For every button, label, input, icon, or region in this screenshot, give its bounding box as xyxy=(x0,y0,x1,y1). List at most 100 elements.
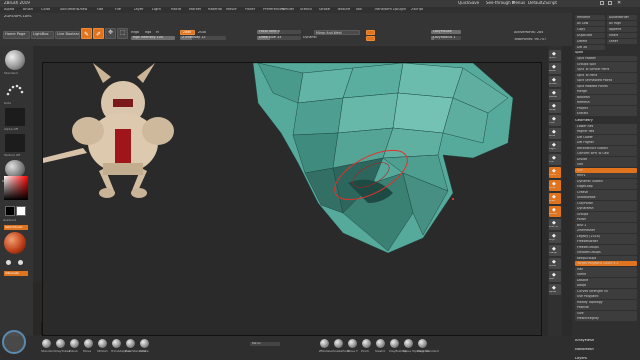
brush-move-topological[interactable] xyxy=(404,339,413,348)
geometry-item[interactable]: Blur 2 xyxy=(575,222,637,228)
right-strip-aahalf[interactable]: ◆ AAHalf xyxy=(549,89,561,100)
geometry-item[interactable]: Position xyxy=(575,305,637,310)
subtool-rename-button[interactable]: Rename xyxy=(575,15,605,20)
geometry-item[interactable]: Legacy (2018) xyxy=(575,233,637,239)
geometry-item[interactable]: Double xyxy=(575,277,637,283)
brush-move[interactable] xyxy=(84,339,93,348)
right-strip-scale[interactable]: ◆ Scale xyxy=(549,193,561,204)
menu-render[interactable]: Render xyxy=(282,8,295,12)
right-strip-lsym[interactable]: ◆ LSym xyxy=(549,141,561,152)
brush-claytubes[interactable] xyxy=(56,339,65,348)
geometry-item[interactable]: Dynamic Subdiv xyxy=(575,178,637,184)
brush-damstandard[interactable] xyxy=(126,339,135,348)
geometry-item[interactable]: Target Polygons Count 4.1 xyxy=(575,261,637,266)
brush-snakehook[interactable] xyxy=(334,339,343,348)
z-intensity-slider[interactable]: Z Intensity 12 xyxy=(180,36,226,40)
alternate-button[interactable]: Alternate xyxy=(4,271,28,276)
right-strip-floor[interactable]: ◆ Floor xyxy=(549,115,561,126)
merge-item[interactable]: Project xyxy=(575,105,637,111)
geometry-item[interactable]: EdgeLoop xyxy=(575,184,637,189)
right-strip-line-fill[interactable]: ◆ Line Fill xyxy=(549,219,561,230)
zadd-button[interactable]: Zadd xyxy=(180,30,195,35)
menu-zscript[interactable]: Zscript xyxy=(411,8,423,12)
brush-inflate[interactable] xyxy=(140,339,149,348)
panel-arraymesh-header[interactable]: ArrayMesh xyxy=(575,339,594,343)
default-zscript-button[interactable]: DefaultZScript xyxy=(528,1,557,5)
close-icon[interactable]: ✕ xyxy=(617,0,623,6)
brush-slash3[interactable] xyxy=(376,339,385,348)
panel-nanomesh-header[interactable]: NanoMesh xyxy=(575,348,594,352)
scale-button[interactable]: ⬚ xyxy=(117,28,128,39)
switch-color-button[interactable]: SwitchColor xyxy=(4,225,28,230)
subtool-autoreorder-button[interactable]: AutoReorder xyxy=(607,15,637,20)
m-button[interactable]: M xyxy=(156,31,159,34)
lazy-radius-slider[interactable]: LazyRadius 1 xyxy=(431,36,461,40)
draw-size-slider[interactable]: Draw Size 33 xyxy=(257,36,301,40)
split-item[interactable]: Split To Similar Parts xyxy=(575,67,637,72)
geometry-item[interactable]: Del Higher xyxy=(575,140,637,145)
geometry-item[interactable]: Lower Res xyxy=(575,123,637,129)
menu-draw[interactable]: Draw xyxy=(78,8,87,12)
geometry-item[interactable]: Use Polypaint xyxy=(575,294,637,299)
menu-stencil[interactable]: Stencil xyxy=(300,8,312,12)
right-strip-scroll[interactable]: ◆ Scroll xyxy=(549,50,561,61)
home-page-button[interactable]: Home Page xyxy=(3,31,30,39)
red-wax-material-icon[interactable] xyxy=(4,232,26,254)
geometry-item[interactable]: Suv xyxy=(575,167,637,173)
move-button[interactable]: ✥ xyxy=(105,28,116,39)
geometry-item[interactable]: FreezeGroups xyxy=(575,244,637,250)
subtool-delete-button[interactable]: Delete xyxy=(575,39,605,44)
right-strip-rotate[interactable]: ◆ Rotate xyxy=(549,206,561,217)
menu-picker[interactable]: Picker xyxy=(245,8,256,12)
subtool-del-all-button[interactable]: Del All xyxy=(575,45,605,50)
merge-item[interactable]: Boolean xyxy=(575,94,637,100)
rgb-button[interactable]: Rgb xyxy=(145,31,151,34)
menu-light[interactable]: Light xyxy=(152,8,161,12)
mirror-slider[interactable]: Mirror xyxy=(250,342,280,346)
brush-polish[interactable] xyxy=(70,339,79,348)
menu-marker[interactable]: Marker xyxy=(189,8,201,12)
right-strip-persp[interactable]: ◆ Persp xyxy=(549,102,561,113)
brush-dam-standard[interactable] xyxy=(418,339,427,348)
menu-movie[interactable]: Movie xyxy=(226,8,237,12)
lazymouse-toggle[interactable]: LazyMouse xyxy=(431,30,461,34)
light-icon[interactable] xyxy=(6,260,11,265)
geometry-item[interactable]: Adapt xyxy=(575,283,637,288)
dynamic-toggle[interactable]: Dynamic xyxy=(303,36,317,39)
geometry-header[interactable]: Geometry xyxy=(575,119,593,123)
split-item[interactable]: Split Masked Points xyxy=(575,83,637,89)
subtool-other-button[interactable]: Other xyxy=(607,39,637,44)
right-strip-ghost[interactable]: ◆ Ghost xyxy=(549,258,561,269)
zsub-button[interactable]: Zsub xyxy=(198,31,206,34)
subtool-copy-button[interactable]: Copy xyxy=(575,27,605,32)
brush-zmodeler[interactable] xyxy=(320,339,329,348)
subtool-append-button[interactable]: Append xyxy=(607,27,637,32)
subtool-duplicate-button[interactable]: Duplicate xyxy=(575,33,605,38)
geometry-item[interactable]: ClayPolish xyxy=(575,200,637,206)
right-strip-local[interactable]: ◆ Local xyxy=(549,128,561,139)
split-item[interactable]: Split To Parts xyxy=(575,72,637,78)
seethrough-slider[interactable]: See-through 0 xyxy=(486,1,514,5)
rgb-intensity-slider[interactable]: Rgb Intensity 100 xyxy=(131,36,175,40)
menu-document[interactable]: Document xyxy=(60,8,79,12)
geometry-item[interactable]: Crease xyxy=(575,189,637,195)
stroke-thumbnail[interactable] xyxy=(5,80,25,100)
main-color-swatch[interactable] xyxy=(16,206,26,216)
draw-button[interactable]: ✐ xyxy=(93,28,104,39)
mrgb-button[interactable]: Mrgb xyxy=(131,31,139,34)
menus-toggle[interactable]: Menus xyxy=(512,1,525,5)
subtool-all-high-button[interactable]: All High xyxy=(607,21,637,26)
subtool-insert-button[interactable]: Insert xyxy=(607,33,637,38)
menu-transform[interactable]: Transform xyxy=(374,8,392,12)
menu-texture[interactable]: Texture xyxy=(337,8,350,12)
geometry-item[interactable]: ZRemesher xyxy=(575,228,637,233)
minimize-icon[interactable] xyxy=(600,1,604,5)
gradient-toggle[interactable]: Gradient xyxy=(3,219,16,222)
geometry-item[interactable]: ShadowBox xyxy=(575,195,637,200)
geometry-item[interactable]: KeepGroups xyxy=(575,255,637,261)
right-strip-solo[interactable]: ◆ Solo xyxy=(549,271,561,282)
brush-claybuildup[interactable] xyxy=(390,339,399,348)
geometry-item[interactable]: Size xyxy=(575,310,637,316)
geometry-item[interactable]: Polish xyxy=(575,217,637,222)
geometry-item[interactable]: SmoothGroups xyxy=(575,250,637,255)
